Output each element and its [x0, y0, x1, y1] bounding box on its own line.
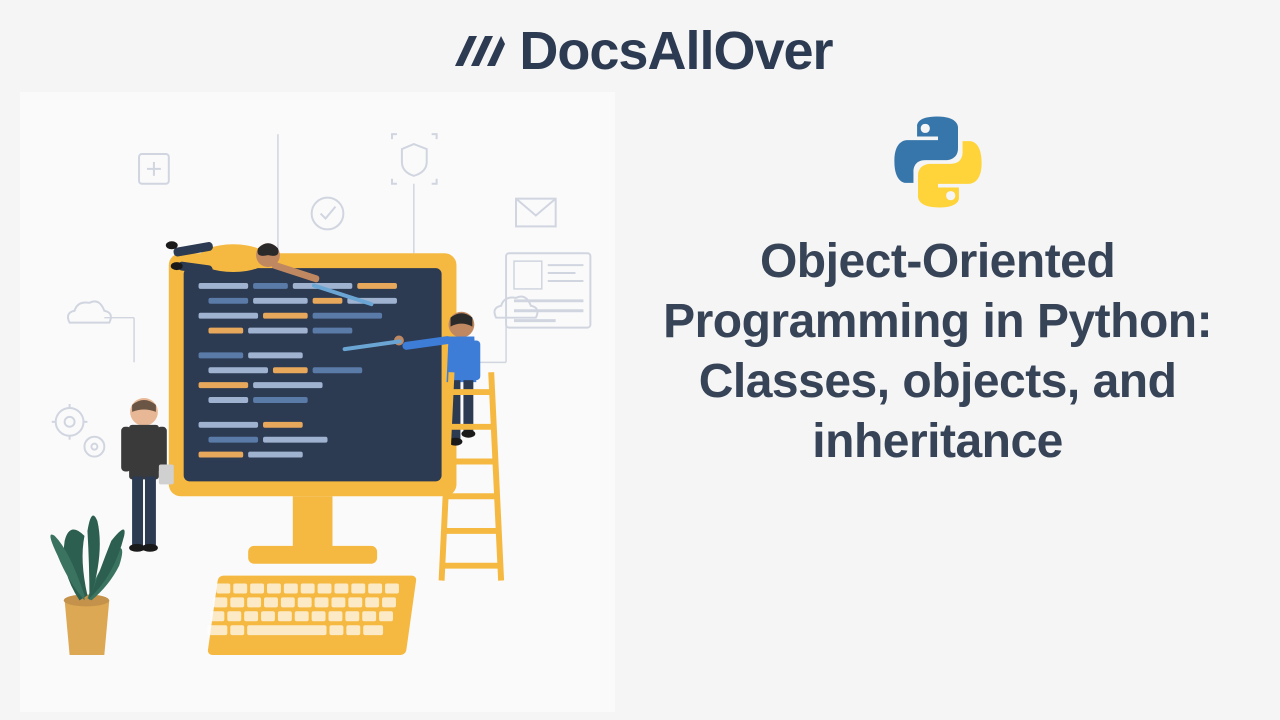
page-header: DocsAllOver [0, 0, 1280, 92]
programming-illustration [20, 92, 615, 712]
brand-name: DocsAllOver [519, 20, 832, 82]
python-logo-icon [888, 112, 988, 212]
content-area: Object-Oriented Programming in Python: C… [0, 92, 1280, 712]
illustration-panel [20, 92, 615, 712]
text-panel: Object-Oriented Programming in Python: C… [615, 92, 1260, 712]
brand-logo-icon [447, 21, 507, 81]
article-title: Object-Oriented Programming in Python: C… [655, 232, 1220, 472]
